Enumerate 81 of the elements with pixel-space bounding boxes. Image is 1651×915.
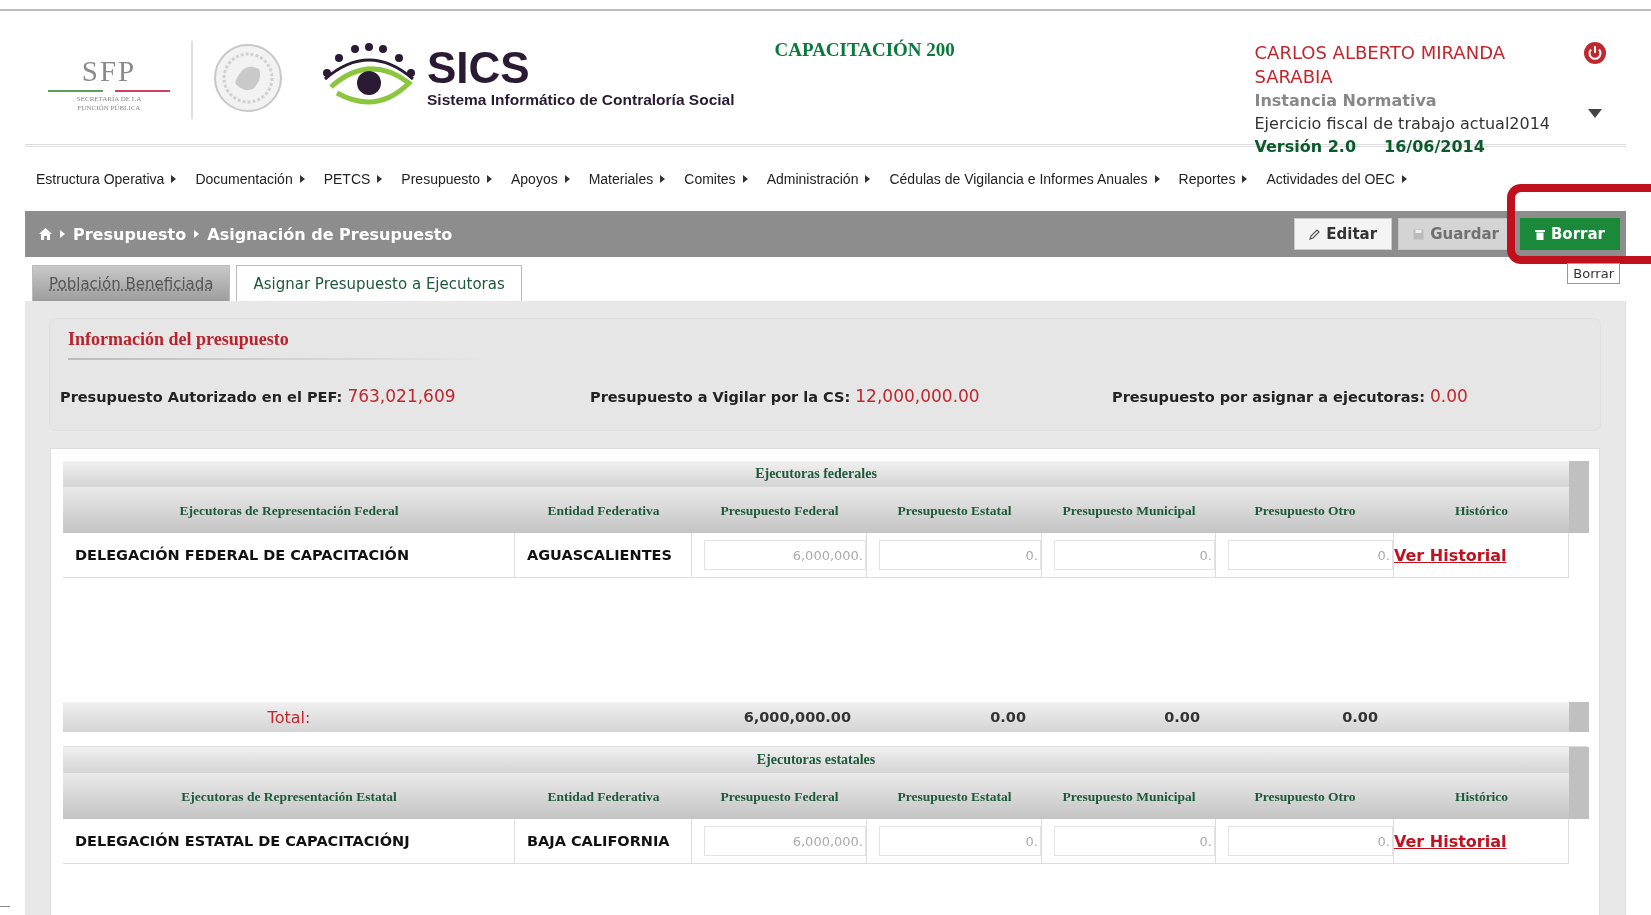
seal-drawing: [213, 43, 283, 113]
total-value: 0.00: [1341, 709, 1379, 725]
breadcrumb-caret-icon: [194, 230, 200, 238]
home-icon[interactable]: [39, 228, 52, 240]
caret-icon: [1401, 175, 1407, 183]
breadcrumb-caret-icon: [60, 230, 65, 238]
version-date: 16/06/2014: [1384, 136, 1485, 158]
total-value: 6,000,000.00: [742, 709, 852, 725]
user-role: Instancia Normativa: [1254, 90, 1438, 112]
action-button[interactable]: Editar: [1294, 218, 1393, 250]
app-subtitle: Sistema Informático de Contraloría Social: [427, 91, 735, 109]
scrollbar[interactable]: [1569, 702, 1589, 732]
total-value: 0.00: [1163, 709, 1201, 725]
power-icon[interactable]: [1582, 41, 1607, 65]
column-header: Entidad Federativa: [515, 487, 692, 533]
caret-icon: [660, 175, 666, 183]
menu-item[interactable]: PETCS: [323, 171, 383, 187]
action-button[interactable]: Borrar: [1519, 218, 1620, 250]
dropdown-caret-icon[interactable]: [1587, 109, 1602, 118]
table-cell: DELEGACIÓN ESTATAL DE CAPACITACIÓNJ: [63, 819, 515, 864]
budget-figure: Presupuesto Autorizado en el PEF: 763,021,609: [60, 386, 457, 406]
caret-icon: [742, 175, 748, 183]
caret-icon: [564, 175, 570, 183]
caret-icon: [865, 175, 871, 183]
caret-icon: [486, 175, 492, 183]
caret-icon: [377, 175, 383, 183]
fiscal-year: Ejercicio fiscal de trabajo actual2014: [1254, 113, 1552, 135]
table-cell: DELEGACIÓN FEDERAL DE CAPACITACIÓN: [63, 533, 515, 578]
user-name: CARLOS ALBERTO MIRANDA SARABIA: [1254, 41, 1506, 89]
tab[interactable]: Asignar Presupuesto a Ejecutoras: [236, 265, 522, 301]
section-title: Información del presupuesto: [68, 329, 488, 360]
total-value: 0.00: [989, 709, 1027, 725]
logo-letters: SFP: [47, 55, 171, 92]
menu-item[interactable]: Comites: [684, 171, 748, 187]
table-cell: BAJA CALIFORNIA: [515, 819, 692, 864]
floppy-icon: [1413, 228, 1425, 240]
breadcrumb-item[interactable]: Presupuesto: [73, 224, 187, 244]
table-cell: AGUASCALIENTES: [515, 533, 692, 578]
menu-item[interactable]: Administración: [766, 171, 871, 187]
column-header: Ejecutoras de Representación Estatal: [63, 773, 515, 819]
table-title: Ejecutoras federales: [63, 461, 1569, 487]
menu-item[interactable]: Cédulas de Vigilancia e Informes Anuales: [889, 171, 1160, 187]
scrollbar[interactable]: [1569, 461, 1589, 533]
caret-icon: [1154, 175, 1160, 183]
column-header: Entidad Federativa: [515, 773, 692, 819]
column-header: Presupuesto Estatal: [867, 773, 1042, 819]
program-title: CAPACITACIÓN 200: [774, 39, 956, 61]
column-header: Presupuesto Federal: [692, 487, 867, 533]
column-header: Presupuesto Otro: [1216, 773, 1394, 819]
caret-icon: [299, 175, 305, 183]
menu-item[interactable]: Reportes: [1178, 171, 1248, 187]
breadcrumb-item[interactable]: Asignación de Presupuesto: [207, 224, 453, 244]
menu-item[interactable]: Actividades del OEC: [1266, 171, 1407, 187]
column-header: Presupuesto Estatal: [867, 487, 1042, 533]
pencil-icon: [1309, 228, 1321, 240]
column-header: Ejecutoras de Representación Federal: [63, 487, 515, 533]
column-header: Presupuesto Federal: [692, 773, 867, 819]
menu-item[interactable]: Documentación: [195, 171, 305, 187]
column-header: Histórico: [1394, 773, 1569, 819]
version-label: Versión 2.0: [1254, 136, 1357, 158]
history-link[interactable]: Ver Historial: [1394, 831, 1507, 851]
caret-icon: [171, 175, 177, 183]
tooltip: Borrar: [1567, 263, 1620, 284]
tab[interactable]: Población Beneficiada: [32, 265, 231, 301]
table-title: Ejecutoras estatales: [63, 747, 1569, 773]
total-label: Total:: [266, 707, 312, 727]
column-header: Presupuesto Municipal: [1042, 487, 1216, 533]
menu-item[interactable]: Estructura Operativa: [36, 171, 177, 187]
menu-item[interactable]: Presupuesto: [401, 171, 492, 187]
column-header: Presupuesto Otro: [1216, 487, 1394, 533]
scrollbar[interactable]: [1569, 747, 1589, 819]
caret-icon: [1242, 175, 1248, 183]
trash-icon: [1534, 228, 1545, 240]
column-header: Histórico: [1394, 487, 1569, 533]
budget-figure: Presupuesto por asignar a ejecutoras: 0.00: [1112, 386, 1468, 406]
app-name: SICS: [427, 45, 531, 91]
column-header: Presupuesto Municipal: [1042, 773, 1216, 819]
history-link[interactable]: Ver Historial: [1394, 545, 1507, 565]
menu-item[interactable]: Materiales: [588, 171, 666, 187]
budget-figure: Presupuesto a Vigilar por la CS: 12,000,000.00: [590, 386, 981, 406]
menu-item[interactable]: Apoyos: [510, 171, 570, 187]
